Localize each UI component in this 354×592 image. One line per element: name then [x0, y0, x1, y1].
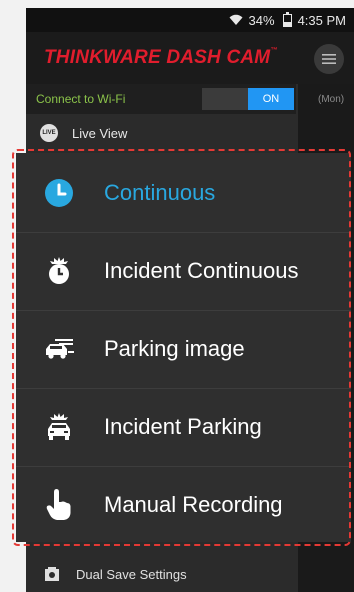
wifi-connect-label: Connect to Wi-Fi — [36, 92, 126, 106]
menu-icon — [322, 54, 336, 64]
trademark-mark: ™ — [270, 47, 278, 54]
menu-button[interactable] — [314, 44, 344, 74]
dual-save-icon — [44, 566, 60, 582]
battery-icon — [282, 11, 292, 27]
dual-save-settings-item[interactable]: Dual Save Settings — [26, 556, 272, 592]
live-view-item[interactable]: LIVE Live View — [26, 116, 296, 150]
wifi-toggle-on: ON — [248, 88, 294, 110]
highlight-frame — [12, 149, 351, 546]
app-title: THINKWARE DASH CAM™ — [44, 47, 278, 68]
dual-save-label: Dual Save Settings — [76, 566, 187, 582]
status-bar: 34% 4:35 PM — [26, 8, 354, 32]
day-label: (Mon) — [318, 94, 345, 105]
wifi-connect-row: Connect to Wi-Fi ON — [26, 84, 296, 114]
wifi-toggle[interactable]: ON — [202, 88, 294, 110]
battery-percent: 34% — [248, 12, 275, 28]
clock-time: 4:35 PM — [297, 12, 346, 28]
wifi-signal-icon — [229, 14, 243, 26]
live-view-icon: LIVE — [40, 124, 58, 142]
app-bar: THINKWARE DASH CAM™ — [26, 32, 354, 84]
live-view-label: Live View — [72, 125, 128, 141]
